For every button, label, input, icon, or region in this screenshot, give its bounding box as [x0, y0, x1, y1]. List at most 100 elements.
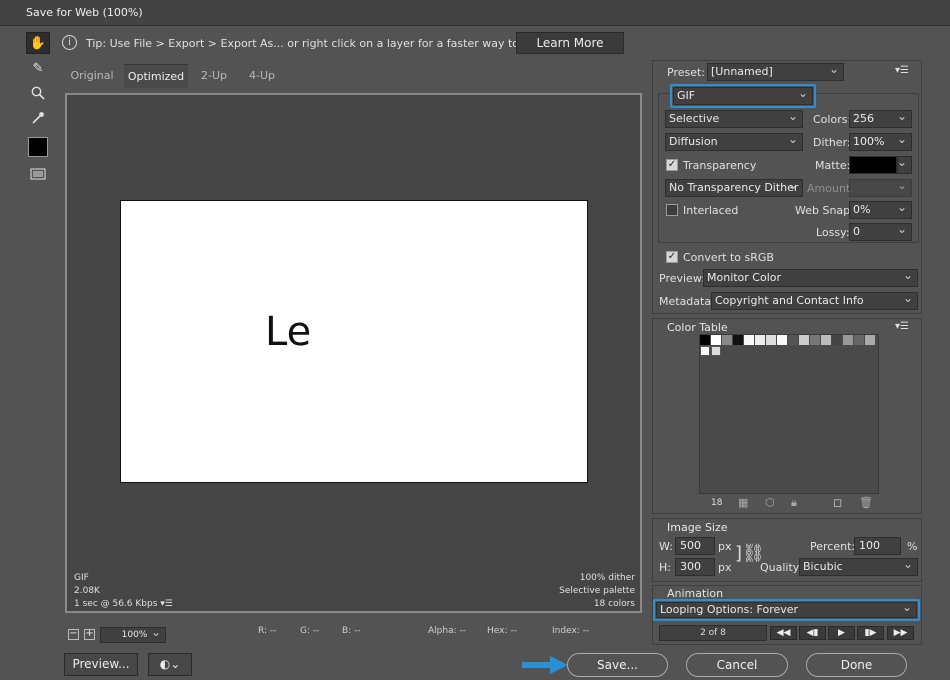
color-swatch[interactable] — [711, 346, 721, 356]
done-button[interactable]: Done — [806, 653, 907, 677]
preview-label: Preview: — [659, 272, 705, 285]
colors-info: 18 colors — [593, 599, 635, 609]
file-format-select[interactable]: GIF — [673, 85, 813, 105]
color-swatch[interactable] — [788, 335, 798, 345]
tab-2-up[interactable]: 2-Up — [192, 64, 236, 88]
b-readout: B: -- — [342, 626, 361, 636]
color-swatch[interactable] — [755, 335, 765, 345]
preset-select[interactable]: [Unnamed] — [707, 61, 844, 81]
matte-color-swatch[interactable] — [849, 156, 897, 174]
last-frame-button[interactable]: ▶▶ — [887, 626, 914, 640]
color-swatch[interactable] — [821, 335, 831, 345]
previous-frame-button[interactable]: ◀▮ — [799, 626, 826, 640]
browser-icon: ◐⌄ — [159, 657, 181, 671]
image-size-title: Image Size — [667, 521, 728, 534]
learn-more-button[interactable]: Learn More — [516, 32, 624, 54]
info-icon: i — [62, 35, 77, 50]
hand-tool-icon[interactable]: ✋ — [26, 32, 50, 54]
convert-srgb-checkbox[interactable]: ✓ — [666, 251, 678, 263]
zoom-level-select[interactable]: 100% — [100, 625, 166, 643]
height-field[interactable]: 300 — [675, 558, 715, 576]
dither-label: Dither: — [813, 136, 851, 149]
web-shift-icon[interactable]: ▦ — [738, 496, 748, 509]
tool-column: ✋ ✎ — [26, 32, 56, 188]
play-button[interactable]: ▶ — [828, 626, 855, 640]
metadata-label: Metadata: — [659, 295, 715, 308]
color-table-grid[interactable] — [699, 334, 879, 494]
quality-select[interactable]: Bicubic — [799, 556, 918, 576]
web-snap-select[interactable]: 0% — [849, 199, 912, 219]
first-frame-button[interactable]: ◀◀ — [770, 626, 797, 640]
color-table-menu-icon[interactable]: ▾☰ — [895, 321, 909, 332]
color-swatch[interactable] — [700, 346, 710, 356]
width-unit: px — [718, 540, 732, 553]
looping-options-select[interactable]: Looping Options: Forever — [656, 600, 917, 618]
interlaced-checkbox[interactable] — [666, 204, 678, 216]
zoom-tool-icon[interactable] — [26, 82, 50, 104]
dither-select[interactable]: 100% — [849, 131, 912, 151]
preview-button[interactable]: Preview... — [64, 653, 138, 676]
color-swatch[interactable] — [777, 335, 787, 345]
percent-label: Percent: — [810, 540, 856, 553]
preview-color-select[interactable]: Monitor Color — [703, 267, 918, 287]
color-swatch[interactable] — [843, 335, 853, 345]
color-swatch[interactable] — [733, 335, 743, 345]
hex-readout: Hex: -- — [487, 626, 517, 636]
lock-icon[interactable]: 🔒︎ — [791, 496, 797, 510]
cancel-button[interactable]: Cancel — [686, 653, 788, 677]
color-swatch[interactable] — [766, 335, 776, 345]
eyedropper-tool-icon[interactable] — [26, 107, 50, 129]
tab-optimized[interactable]: Optimized — [124, 64, 188, 88]
optimized-info-left: GIF 2.08K 1 sec @ 56.6 Kbps ▾☰ — [74, 572, 173, 611]
r-readout: R: -- — [258, 626, 277, 636]
color-swatch[interactable] — [832, 335, 842, 345]
colors-select[interactable]: 256 — [849, 108, 912, 128]
color-swatch[interactable] — [711, 335, 721, 345]
percent-field[interactable]: 100 — [854, 537, 901, 555]
quality-label: Quality: — [760, 561, 803, 574]
color-swatch[interactable] — [865, 335, 875, 345]
slice-select-tool-icon[interactable]: ✎ — [26, 57, 50, 79]
g-readout: G: -- — [300, 626, 320, 636]
next-frame-button[interactable]: ▮▶ — [857, 626, 884, 640]
metadata-select[interactable]: Copyright and Contact Info — [711, 290, 918, 310]
new-color-icon[interactable]: ◻ — [833, 496, 842, 509]
color-swatch[interactable] — [854, 335, 864, 345]
eyedropper-color-swatch[interactable] — [28, 137, 48, 157]
palette-info: Selective palette — [559, 586, 635, 596]
color-swatch[interactable] — [700, 335, 710, 345]
save-button[interactable]: Save... — [567, 653, 668, 677]
dither-algorithm-select[interactable]: Diffusion — [665, 131, 803, 151]
color-swatch[interactable] — [799, 335, 809, 345]
preset-label: Preset: — [667, 66, 706, 79]
file-size-info: 2.08K — [74, 586, 100, 596]
menu-icon[interactable]: ▾☰ — [160, 599, 173, 609]
zoom-out-button[interactable]: − — [68, 629, 79, 640]
web-cube-icon[interactable]: ⬡ — [765, 496, 775, 509]
browser-preview-button[interactable]: ◐⌄ — [148, 653, 192, 676]
transparency-dither-select[interactable]: No Transparency Dither — [665, 177, 803, 197]
title-bar: Save for Web (100%) — [0, 0, 950, 26]
color-reduction-select[interactable]: Selective — [665, 108, 803, 128]
toggle-slices-icon[interactable] — [26, 163, 50, 185]
matte-label: Matte: — [815, 159, 851, 172]
color-swatch[interactable] — [744, 335, 754, 345]
frame-counter: 2 of 8 — [659, 625, 767, 641]
lossy-select[interactable]: 0 — [849, 221, 912, 241]
transparency-checkbox[interactable]: ✓ — [666, 159, 678, 171]
matte-dropdown[interactable] — [897, 154, 912, 174]
color-swatch[interactable] — [810, 335, 820, 345]
dither-info: 100% dither — [579, 573, 635, 583]
color-count: 18 — [711, 498, 723, 508]
tab-original[interactable]: Original — [62, 64, 122, 88]
zoom-in-button[interactable]: + — [84, 629, 95, 640]
tab-4-up[interactable]: 4-Up — [240, 64, 284, 88]
amount-label: Amount: — [807, 182, 854, 195]
color-table-title: Color Table — [667, 321, 728, 334]
color-swatch[interactable] — [722, 335, 732, 345]
download-time-info: 1 sec @ 56.6 Kbps ▾☰ — [74, 599, 173, 609]
web-snap-label: Web Snap: — [795, 204, 854, 217]
optimize-menu-icon[interactable]: ▾☰ — [895, 65, 909, 76]
width-field[interactable]: 500 — [675, 537, 715, 555]
trash-icon[interactable]: 🗑︎ — [859, 496, 873, 509]
